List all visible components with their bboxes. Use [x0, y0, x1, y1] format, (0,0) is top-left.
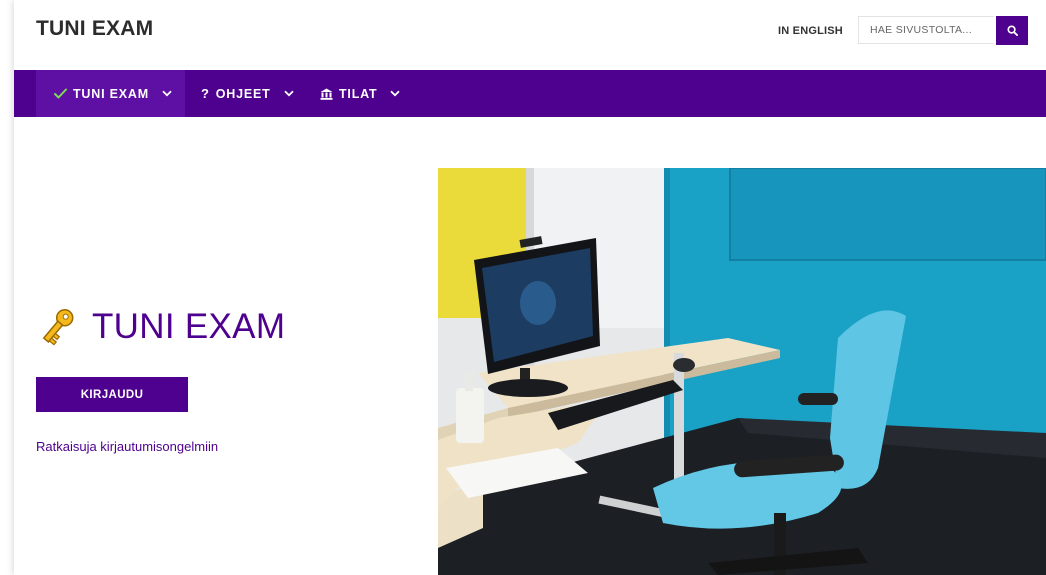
chevron-down-icon [162, 90, 172, 97]
search-button[interactable] [996, 16, 1028, 45]
site-title[interactable]: TUNI EXAM [36, 17, 153, 41]
building-icon [320, 88, 333, 100]
language-link[interactable]: IN ENGLISH [778, 25, 843, 37]
nav-item-tuni-exam[interactable]: TUNI EXAM [36, 70, 185, 117]
exam-room-photo [438, 168, 1046, 575]
page-title: TUNI EXAM [92, 307, 286, 346]
login-button[interactable]: KIRJAUDU [36, 377, 188, 412]
check-icon [54, 88, 67, 99]
hero-heading: TUNI EXAM [36, 306, 285, 348]
question-icon: ? [201, 86, 210, 101]
nav-item-label: OHJEET [215, 86, 271, 101]
login-help-link[interactable]: Ratkaisuja kirjautumisongelmiin [36, 439, 218, 454]
nav-item-label: TUNI EXAM [73, 86, 149, 101]
nav-item-tilat[interactable]: TILAT [320, 70, 401, 117]
nav-item-label: TILAT [339, 86, 378, 101]
chevron-down-icon [283, 90, 294, 97]
chevron-down-icon [390, 90, 401, 97]
search-input[interactable] [858, 16, 994, 44]
key-icon [42, 309, 74, 346]
nav-item-ohjeet[interactable]: ? OHJEET [201, 70, 294, 117]
search-icon [1006, 25, 1018, 36]
main-navigation: TUNI EXAM ? OHJEET TILAT [14, 70, 1046, 117]
